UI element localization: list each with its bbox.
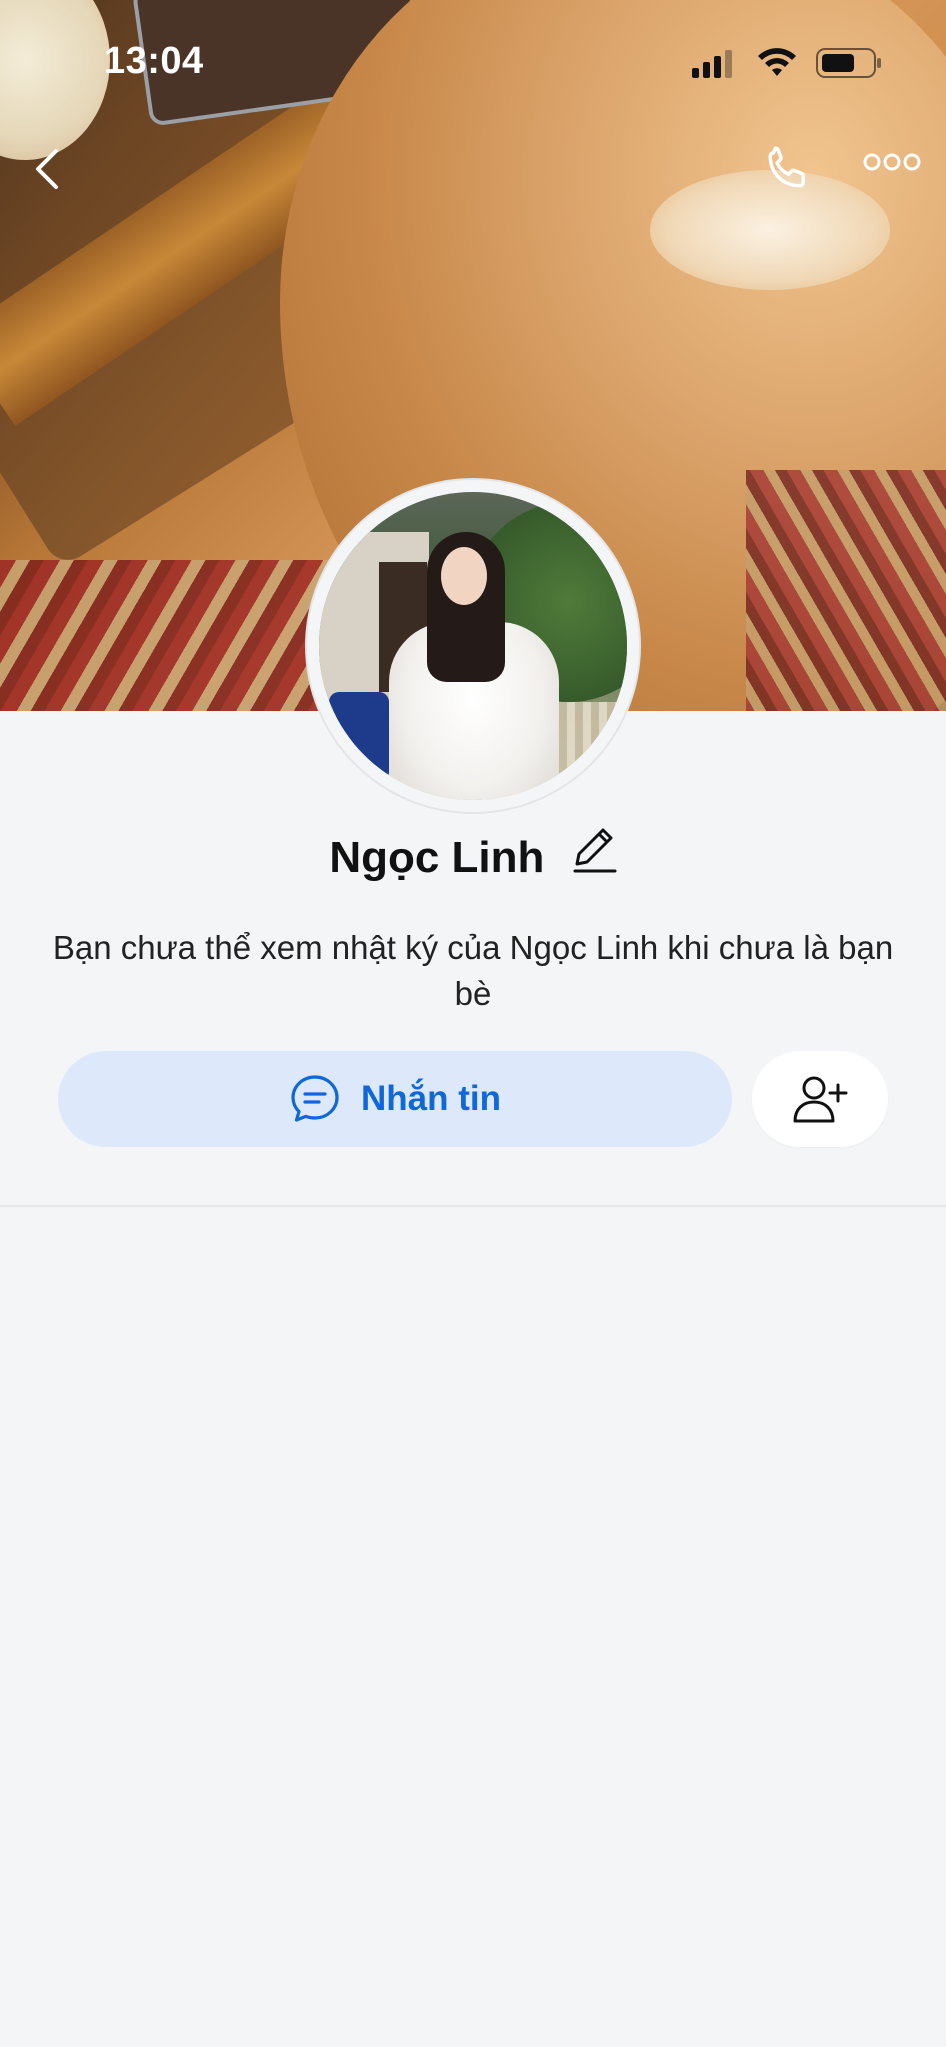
avatar-chair bbox=[329, 692, 389, 782]
friend-diary-notice: Bạn chưa thể xem nhật ký của Ngọc Linh k… bbox=[52, 929, 894, 1012]
profile-name: Ngọc Linh bbox=[329, 832, 545, 882]
more-button[interactable] bbox=[862, 150, 922, 179]
back-button[interactable] bbox=[28, 145, 68, 198]
chevron-left-icon bbox=[36, 149, 58, 189]
battery-icon bbox=[816, 48, 881, 78]
cover-mat bbox=[0, 560, 330, 711]
add-user-icon bbox=[793, 1076, 848, 1123]
signal-icon bbox=[692, 50, 732, 78]
section-divider bbox=[0, 1205, 946, 1207]
status-time: 13:04 bbox=[104, 40, 204, 82]
avatar-photo bbox=[319, 492, 627, 800]
message-button[interactable]: Nhắn tin bbox=[58, 1051, 732, 1147]
cover-mat-right bbox=[746, 470, 946, 711]
avatar[interactable] bbox=[307, 480, 639, 812]
more-horizontal-icon bbox=[863, 153, 921, 171]
avatar-face bbox=[441, 547, 487, 605]
wifi-icon bbox=[758, 48, 796, 76]
message-button-label: Nhắn tin bbox=[361, 1079, 501, 1118]
add-friend-button[interactable] bbox=[752, 1051, 888, 1147]
call-button[interactable] bbox=[760, 140, 816, 201]
chat-bubble-icon bbox=[291, 1075, 339, 1122]
profile-name-row: Ngọc Linh bbox=[0, 828, 946, 885]
phone-icon bbox=[768, 146, 805, 188]
status-bar: 13:04 bbox=[0, 0, 946, 120]
pencil-icon[interactable] bbox=[573, 824, 617, 885]
